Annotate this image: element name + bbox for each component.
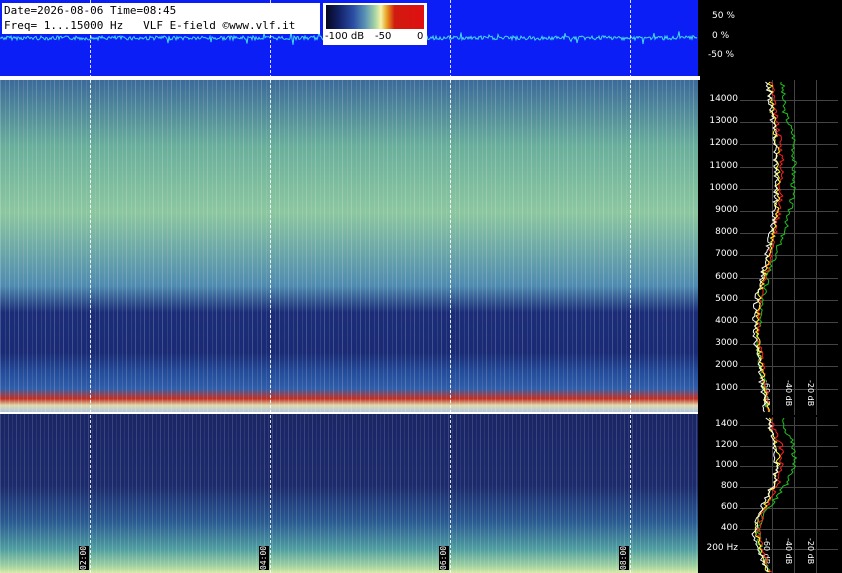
- time-gridline: [90, 0, 91, 573]
- waveform-scale: 50 % 0 % -50 %: [698, 0, 842, 76]
- time-label: 02:00: [79, 545, 89, 570]
- waveform-scale-bottom: -50 %: [708, 50, 735, 60]
- waveform-panel: Date=2026-08-06 Time=08:45 Freq= 1...150…: [0, 0, 698, 76]
- time-label: 04:00: [259, 545, 269, 570]
- spectrum-trace-low: [754, 417, 798, 573]
- colorbar-label-mid: -50: [375, 31, 392, 42]
- time-gridline: [450, 0, 451, 573]
- waveform-scale-top: 50 %: [712, 11, 735, 21]
- time-gridline: [270, 0, 271, 573]
- waveform-scale-zero: 0 %: [712, 31, 730, 41]
- time-label: 06:00: [439, 545, 449, 570]
- time-gridline: [630, 0, 631, 573]
- colorbar-label-max: 0: [417, 31, 424, 42]
- colorbar-label-min: -100 dB: [325, 31, 365, 42]
- spectrum-profile: [751, 81, 798, 573]
- spectrum-trace-low: [751, 417, 779, 573]
- spectrogram-low-band: [0, 414, 698, 573]
- frequency-line: Freq= 1...15000 Hz VLF E-field ©www.vlf.…: [4, 19, 296, 32]
- spectrogram-high-band: [0, 80, 698, 412]
- frequency-axis-panel: 14000 13000 12000 11000 10000 9000 8000 7000 600…: [698, 80, 842, 573]
- colorbar-legend: -100 dB -50 0: [323, 3, 427, 45]
- time-label: 08:00: [619, 545, 629, 570]
- vlf-spectrogram-view: Date=2026-08-06 Time=08:45 Freq= 1...150…: [0, 0, 842, 573]
- colorbar-gradient: [326, 5, 424, 29]
- info-box: Date=2026-08-06 Time=08:45 Freq= 1...150…: [2, 3, 320, 34]
